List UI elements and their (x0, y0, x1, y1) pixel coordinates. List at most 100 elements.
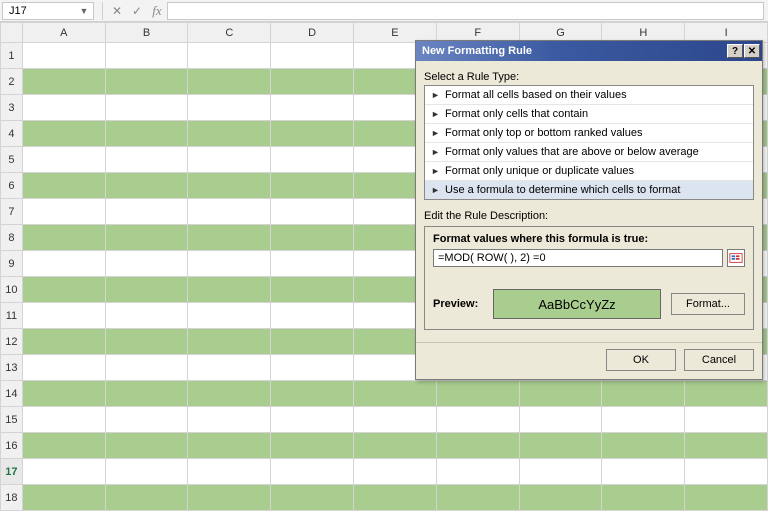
cell[interactable] (105, 121, 188, 147)
name-box-input[interactable] (5, 5, 77, 17)
cell[interactable] (188, 459, 271, 485)
cell[interactable] (105, 381, 188, 407)
cancel-formula-icon[interactable]: ✕ (107, 2, 127, 20)
name-box-dropdown-icon[interactable]: ▼ (79, 6, 89, 16)
cell[interactable] (22, 329, 105, 355)
cell[interactable] (188, 69, 271, 95)
cell[interactable] (519, 459, 602, 485)
cell[interactable] (602, 459, 685, 485)
cell[interactable] (271, 459, 354, 485)
cell[interactable] (105, 69, 188, 95)
select-all-corner[interactable] (1, 23, 23, 43)
row-header[interactable]: 10 (1, 277, 23, 303)
cell[interactable] (685, 485, 768, 511)
cell[interactable] (271, 433, 354, 459)
row-header[interactable]: 11 (1, 303, 23, 329)
cell[interactable] (22, 225, 105, 251)
column-header[interactable]: C (188, 23, 271, 43)
cell[interactable] (271, 355, 354, 381)
cell[interactable] (105, 251, 188, 277)
cell[interactable] (685, 459, 768, 485)
cell[interactable] (105, 199, 188, 225)
cell[interactable] (188, 121, 271, 147)
row-header[interactable]: 16 (1, 433, 23, 459)
row-header[interactable]: 9 (1, 251, 23, 277)
rule-type-item[interactable]: ►Format only cells that contain (425, 105, 753, 124)
cell[interactable] (22, 199, 105, 225)
cell[interactable] (22, 147, 105, 173)
column-header[interactable]: D (271, 23, 354, 43)
cell[interactable] (105, 433, 188, 459)
cell[interactable] (22, 381, 105, 407)
cell[interactable] (188, 225, 271, 251)
cell[interactable] (188, 485, 271, 511)
cell[interactable] (188, 199, 271, 225)
cell[interactable] (436, 485, 519, 511)
cell[interactable] (105, 277, 188, 303)
rule-type-item[interactable]: ►Format only unique or duplicate values (425, 162, 753, 181)
row-header[interactable]: 3 (1, 95, 23, 121)
formula-input-field[interactable] (433, 249, 723, 267)
cell[interactable] (105, 225, 188, 251)
cell[interactable] (188, 95, 271, 121)
row-header[interactable]: 8 (1, 225, 23, 251)
cell[interactable] (22, 277, 105, 303)
cell[interactable] (105, 485, 188, 511)
row-header[interactable]: 13 (1, 355, 23, 381)
cell[interactable] (436, 459, 519, 485)
cell[interactable] (602, 485, 685, 511)
cell[interactable] (22, 355, 105, 381)
row-header[interactable]: 12 (1, 329, 23, 355)
cell[interactable] (436, 433, 519, 459)
cell[interactable] (188, 329, 271, 355)
cell[interactable] (271, 381, 354, 407)
cell[interactable] (188, 251, 271, 277)
row-header[interactable]: 4 (1, 121, 23, 147)
cell[interactable] (271, 199, 354, 225)
cell[interactable] (271, 407, 354, 433)
cell[interactable] (105, 329, 188, 355)
cell[interactable] (602, 407, 685, 433)
cell[interactable] (188, 277, 271, 303)
cell[interactable] (354, 433, 437, 459)
column-header[interactable]: A (22, 23, 105, 43)
cell[interactable] (105, 95, 188, 121)
ok-button[interactable]: OK (606, 349, 676, 371)
format-button[interactable]: Format... (671, 293, 745, 315)
cell[interactable] (602, 433, 685, 459)
cell[interactable] (354, 459, 437, 485)
cell[interactable] (22, 69, 105, 95)
enter-formula-icon[interactable]: ✓ (127, 2, 147, 20)
cell[interactable] (519, 433, 602, 459)
row-header[interactable]: 2 (1, 69, 23, 95)
cell[interactable] (22, 173, 105, 199)
cell[interactable] (271, 147, 354, 173)
cell[interactable] (22, 407, 105, 433)
cell[interactable] (105, 173, 188, 199)
cell[interactable] (436, 407, 519, 433)
cell[interactable] (271, 485, 354, 511)
row-header[interactable]: 14 (1, 381, 23, 407)
rule-type-item[interactable]: ►Format only values that are above or be… (425, 143, 753, 162)
cell[interactable] (271, 69, 354, 95)
cell[interactable] (22, 433, 105, 459)
cell[interactable] (271, 173, 354, 199)
cell[interactable] (271, 277, 354, 303)
row-header[interactable]: 5 (1, 147, 23, 173)
rule-type-item[interactable]: ►Use a formula to determine which cells … (425, 181, 753, 199)
row-header[interactable]: 7 (1, 199, 23, 225)
row-header[interactable]: 17 (1, 459, 23, 485)
cell[interactable] (188, 303, 271, 329)
cell[interactable] (105, 43, 188, 69)
cell[interactable] (105, 355, 188, 381)
cell[interactable] (105, 303, 188, 329)
formula-input[interactable] (167, 2, 764, 20)
dialog-titlebar[interactable]: New Formatting Rule ? ✕ (416, 41, 762, 61)
cell[interactable] (105, 147, 188, 173)
cell[interactable] (22, 95, 105, 121)
dialog-close-icon[interactable]: ✕ (744, 44, 760, 58)
insert-function-icon[interactable]: fx (147, 2, 167, 20)
cell[interactable] (519, 407, 602, 433)
cell[interactable] (271, 121, 354, 147)
cell[interactable] (188, 381, 271, 407)
